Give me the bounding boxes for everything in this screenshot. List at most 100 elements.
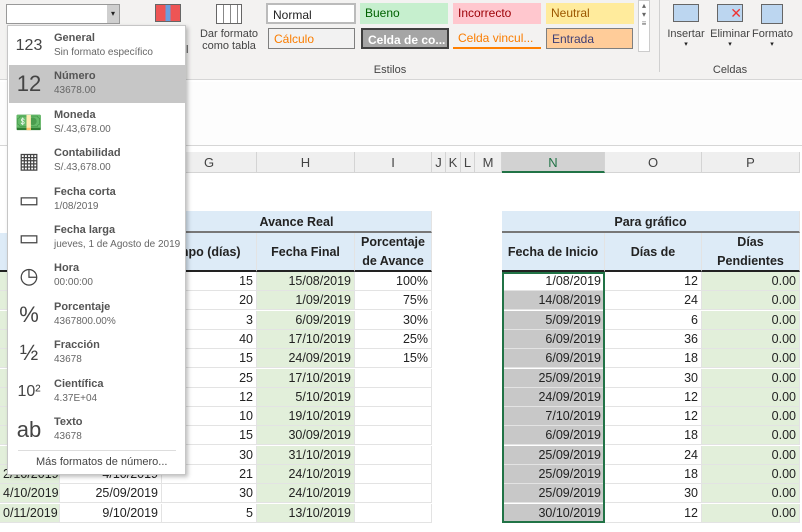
- avance-real-cell[interactable]: 100%: [355, 272, 432, 291]
- number-format-option-fracción[interactable]: ½ Fracción 43678: [9, 334, 185, 372]
- avance-real-cell[interactable]: 31/10/2019: [257, 445, 355, 465]
- number-format-option-general[interactable]: 123 General Sin formato específico: [9, 27, 185, 65]
- para-grafico-cell[interactable]: 0.00: [702, 310, 800, 330]
- avance-real-cell[interactable]: 5/10/2019: [257, 387, 355, 407]
- insert-cells-button[interactable]: Insertar ▾: [666, 2, 706, 60]
- number-format-option-texto[interactable]: ab Texto 43678: [9, 411, 185, 449]
- style-calculo[interactable]: Cálculo: [268, 28, 355, 49]
- column-header-P[interactable]: P: [702, 152, 800, 173]
- number-format-option-contabilidad[interactable]: ▦ Contabilidad S/.43,678.00: [9, 142, 185, 180]
- style-celda-comprobacion[interactable]: Celda de co...: [361, 28, 449, 49]
- para-grafico-cell[interactable]: 24: [605, 445, 702, 465]
- para-grafico-cell[interactable]: 6: [605, 310, 702, 330]
- number-format-option-hora[interactable]: ◷ Hora 00:00:00: [9, 257, 185, 295]
- avance-real-cell[interactable]: 25%: [355, 329, 432, 349]
- para-grafico-cell[interactable]: 0.00: [702, 465, 800, 484]
- para-grafico-cell[interactable]: 0.00: [702, 407, 800, 427]
- avance-real-cell[interactable]: [355, 503, 432, 523]
- para-grafico-cell[interactable]: 0.00: [702, 387, 800, 407]
- avance-real-cell[interactable]: 15/08/2019: [257, 272, 355, 291]
- avance-real-cell[interactable]: 30%: [355, 310, 432, 330]
- column-header-L[interactable]: L: [461, 152, 475, 173]
- number-format-option-científica[interactable]: 10² Científica 4.37E+04: [9, 373, 185, 411]
- avance-real-cell[interactable]: 30: [162, 484, 257, 504]
- style-normal[interactable]: Normal: [266, 3, 356, 24]
- avance-real-cell[interactable]: 4/10/2019: [0, 484, 60, 504]
- option-sample: S/.43,678.00: [54, 162, 111, 174]
- avance-real-cell[interactable]: [355, 387, 432, 407]
- column-header-M[interactable]: M: [475, 152, 502, 173]
- para-grafico-cell[interactable]: 0.00: [702, 349, 800, 369]
- style-bueno[interactable]: Bueno: [360, 3, 448, 24]
- more-number-formats-link[interactable]: Más formatos de número...: [36, 456, 167, 468]
- para-grafico-cell[interactable]: 12: [605, 387, 702, 407]
- avance-real-cell[interactable]: 25/09/2019: [60, 484, 162, 504]
- column-header-J[interactable]: J: [432, 152, 446, 173]
- avance-real-cell[interactable]: 9/10/2019: [60, 503, 162, 523]
- avance-real-cell[interactable]: [355, 465, 432, 484]
- avance-real-cell[interactable]: [355, 484, 432, 504]
- avance-real-cell[interactable]: 24/10/2019: [257, 484, 355, 504]
- para-grafico-cell[interactable]: 12: [605, 272, 702, 291]
- avance-real-cell[interactable]: 24/09/2019: [257, 349, 355, 369]
- para-grafico-cell[interactable]: 0.00: [702, 484, 800, 504]
- column-header-O[interactable]: O: [605, 152, 702, 173]
- number-format-option-moneda[interactable]: 💵 Moneda S/.43,678.00: [9, 104, 185, 142]
- para-grafico-cell[interactable]: 0.00: [702, 272, 800, 291]
- style-celda-vinculada[interactable]: Celda vincul...: [453, 28, 541, 49]
- avance-real-cell[interactable]: [355, 407, 432, 427]
- column-header-N[interactable]: N: [502, 152, 605, 173]
- avance-real-cell[interactable]: 30/09/2019: [257, 426, 355, 446]
- para-grafico-cell[interactable]: 0.00: [702, 445, 800, 465]
- avance-real-cell[interactable]: 0/11/2019: [0, 503, 60, 523]
- para-grafico-cell[interactable]: 0.00: [702, 291, 800, 311]
- number-format-option-fecha corta[interactable]: ▭ Fecha corta 1/08/2019: [9, 181, 185, 219]
- avance-real-cell[interactable]: 5: [162, 503, 257, 523]
- para-grafico-cell[interactable]: 0.00: [702, 329, 800, 349]
- fraction-icon: ½: [19, 340, 39, 366]
- para-grafico-cell[interactable]: 18: [605, 426, 702, 446]
- para-grafico-cell[interactable]: 0.00: [702, 368, 800, 388]
- format-cells-icon: [761, 4, 783, 24]
- delete-cells-button[interactable]: ✕ Eliminar ▾: [706, 2, 754, 60]
- number-format-option-número[interactable]: 12 Número 43678.00: [9, 65, 185, 104]
- avance-real-cell[interactable]: 15%: [355, 349, 432, 369]
- para-grafico-cell[interactable]: 18: [605, 465, 702, 484]
- avance-real-cell[interactable]: [355, 368, 432, 388]
- number-format-option-fecha larga[interactable]: ▭ Fecha larga jueves, 1 de Agosto de 2019: [9, 219, 185, 257]
- format-cells-button[interactable]: Formato ▾: [752, 2, 793, 60]
- avance-real-cell[interactable]: [355, 445, 432, 465]
- number-format-combobox[interactable]: ▾: [6, 4, 120, 24]
- para-grafico-cell[interactable]: 18: [605, 349, 702, 369]
- avance-real-cell[interactable]: 75%: [355, 291, 432, 311]
- para-grafico-cell[interactable]: 12: [605, 503, 702, 523]
- format-as-table-button[interactable]: Dar formato como tabla: [196, 2, 262, 60]
- column-header-H[interactable]: H: [257, 152, 355, 173]
- column-header-I[interactable]: I: [355, 152, 432, 173]
- para-grafico-cell[interactable]: 12: [605, 407, 702, 427]
- option-sample: 4367800.00%: [54, 315, 116, 327]
- avance-real-cell[interactable]: 6/09/2019: [257, 310, 355, 330]
- para-grafico-cell[interactable]: 30: [605, 368, 702, 388]
- para-grafico-cell[interactable]: 0.00: [702, 426, 800, 446]
- para-grafico-cell[interactable]: 24: [605, 291, 702, 311]
- style-neutral[interactable]: Neutral: [546, 3, 634, 24]
- avance-real-cell[interactable]: 1/09/2019: [257, 291, 355, 311]
- conditional-format-icon[interactable]: [155, 4, 181, 22]
- number-format-option-porcentaje[interactable]: % Porcentaje 4367800.00%: [9, 296, 185, 334]
- para-grafico-cell[interactable]: 36: [605, 329, 702, 349]
- style-incorrecto[interactable]: Incorrecto: [453, 3, 541, 24]
- avance-real-cell[interactable]: 19/10/2019: [257, 407, 355, 427]
- avance-real-cell[interactable]: [355, 426, 432, 446]
- para-grafico-cell[interactable]: 30: [605, 484, 702, 504]
- avance-real-cell[interactable]: 13/10/2019: [257, 503, 355, 523]
- avance-real-cell[interactable]: 17/10/2019: [257, 368, 355, 388]
- number-format-dropdown: Más formatos de número... 123 General Sin …: [7, 25, 186, 475]
- dropdown-arrow-button[interactable]: ▾: [107, 5, 119, 23]
- avance-real-cell[interactable]: 24/10/2019: [257, 465, 355, 484]
- style-entrada[interactable]: Entrada: [546, 28, 633, 49]
- styles-scrollbar[interactable]: ▴ ▾ ≡: [638, 0, 650, 52]
- column-header-K[interactable]: K: [446, 152, 461, 173]
- para-grafico-cell[interactable]: 0.00: [702, 503, 800, 523]
- avance-real-cell[interactable]: 17/10/2019: [257, 329, 355, 349]
